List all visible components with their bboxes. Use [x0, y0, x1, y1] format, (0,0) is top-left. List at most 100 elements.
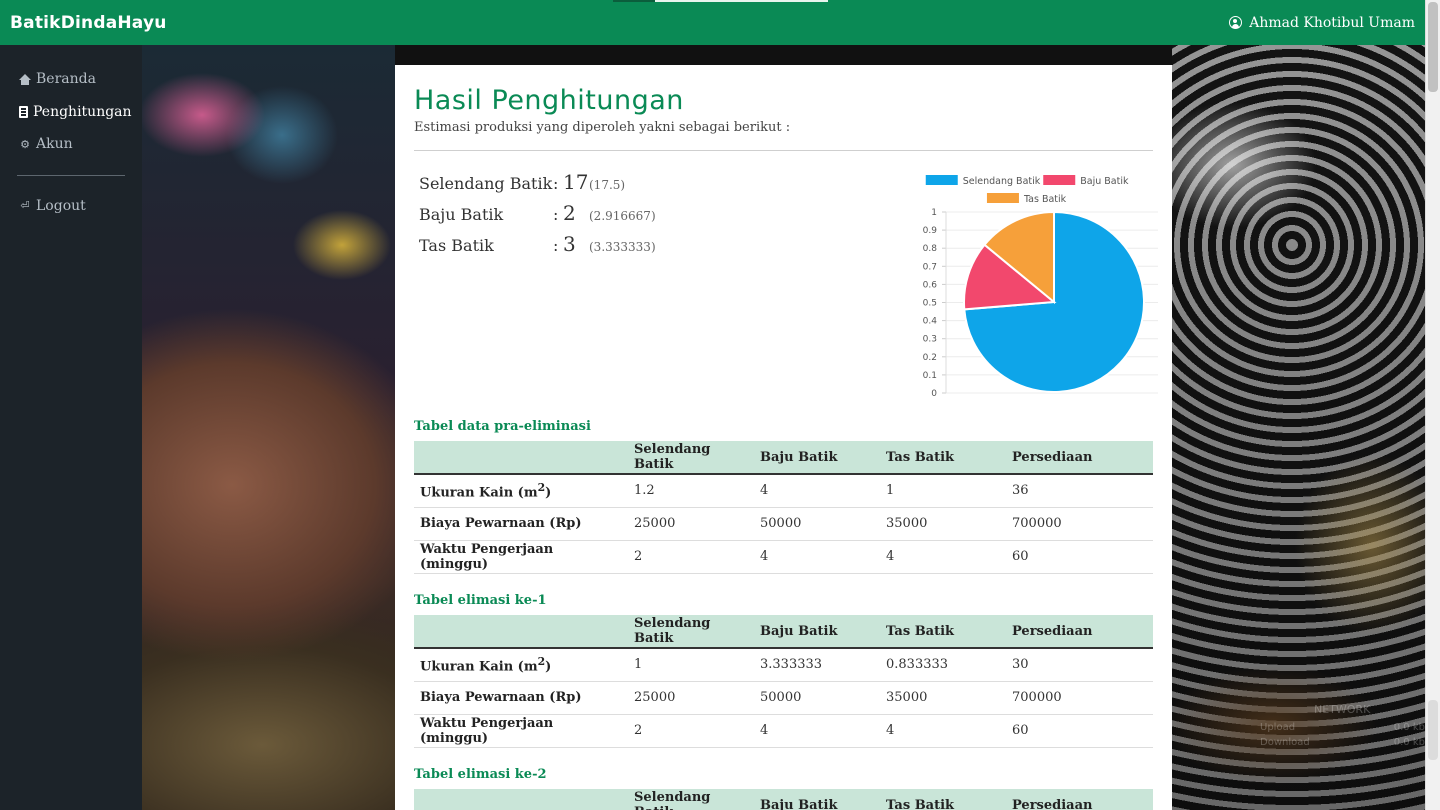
result-value: 17	[563, 170, 589, 194]
estimation-results: Selendang Batik : 17 (17.5) Baju Batik :…	[419, 170, 656, 263]
row-header: Ukuran Kain (m2)	[414, 474, 628, 508]
table-pra-eliminasi: Tabel data pra-eliminasi Selendang Batik…	[414, 419, 1153, 574]
network-title: NETWORK	[1314, 703, 1371, 716]
network-upload-label: Upload	[1260, 722, 1296, 733]
table-cell: 1	[880, 474, 1006, 508]
table-cell: 1.2	[628, 474, 754, 508]
table-cell: 60	[1006, 714, 1153, 748]
table-cell: 60	[1006, 540, 1153, 574]
table-cell: 50000	[754, 507, 880, 541]
result-raw-value: (17.5)	[589, 178, 626, 192]
tick-label: 0.4	[923, 317, 938, 327]
table-title: Tabel elimasi ke-1	[414, 593, 547, 608]
results-card: Hasil Penghitungan Estimasi produksi yan…	[395, 65, 1172, 810]
legend-swatch[interactable]	[986, 193, 1019, 203]
legend-swatch[interactable]	[925, 175, 958, 185]
table-header-cell: Persediaan	[1006, 789, 1153, 810]
background-batik-photo-left	[142, 45, 395, 810]
tick-label: 0.9	[923, 226, 938, 236]
sidebar-item-penghitungan[interactable]: Penghitungan	[0, 96, 142, 129]
tick-label: 0.3	[923, 335, 937, 345]
data-table: Selendang Batik Baju Batik Tas Batik Per…	[414, 441, 1153, 574]
production-pie-chart[interactable]: Selendang Batik Baju Batik Tas Batik 0 0.1 0.…	[900, 165, 1162, 410]
table-header-cell: Selendang Batik	[628, 441, 754, 475]
scrollbar-thumb[interactable]	[1428, 2, 1438, 92]
page-title: Hasil Penghitungan	[414, 85, 684, 116]
result-label: Selendang Batik	[419, 174, 553, 193]
tick-label: 0.2	[923, 353, 937, 363]
table-header-cell: Selendang Batik	[628, 789, 754, 810]
table-header-cell: Persediaan	[1006, 441, 1153, 475]
tick-label: 0.7	[923, 262, 937, 272]
sidebar-item-label: Penghitungan	[33, 103, 132, 120]
divider	[414, 150, 1153, 151]
row-header: Biaya Pewarnaan (Rp)	[414, 681, 628, 715]
table-header-row: Selendang Batik Baju Batik Tas Batik Per…	[414, 789, 1153, 810]
table-cell: 4	[880, 714, 1006, 748]
table-header-cell	[414, 789, 628, 810]
sidebar-item-label: Beranda	[36, 71, 96, 88]
table-cell: 30	[1006, 648, 1153, 682]
table-cell: 4	[754, 474, 880, 508]
table-cell: 700000	[1006, 681, 1153, 715]
brand-logo[interactable]: BatikDindaHayu	[10, 13, 167, 33]
table-row: Biaya Pewarnaan (Rp) 25000 50000 35000 7…	[414, 681, 1153, 715]
row-header: Biaya Pewarnaan (Rp)	[414, 507, 628, 541]
sidebar: Beranda Penghitungan ⚙ Akun ⏎ Logout	[0, 45, 142, 810]
logout-icon: ⏎	[20, 199, 30, 213]
home-icon	[19, 73, 31, 85]
table-cell: 4	[754, 714, 880, 748]
table-cell: 2	[628, 714, 754, 748]
network-upload-value: 0.0 kb	[1393, 722, 1425, 733]
legend-label[interactable]: Selendang Batik	[963, 176, 1041, 187]
result-row: Baju Batik : 2 (2.916667)	[419, 201, 656, 232]
user-circle-icon	[1229, 16, 1243, 29]
table-row: Ukuran Kain (m2) 1 3.333333 0.833333 30	[414, 648, 1153, 682]
legend-label[interactable]: Baju Batik	[1080, 176, 1129, 187]
table-row: Biaya Pewarnaan (Rp) 25000 50000 35000 7…	[414, 507, 1153, 541]
sidebar-item-akun[interactable]: ⚙ Akun	[0, 128, 142, 161]
legend-swatch[interactable]	[1043, 175, 1076, 185]
table-header-cell: Baju Batik	[754, 615, 880, 649]
tick-label: 0	[931, 389, 937, 399]
table-header-cell: Tas Batik	[880, 615, 1006, 649]
scrollbar-thumb-secondary[interactable]	[1428, 700, 1438, 760]
user-menu[interactable]: Ahmad Khotibul Umam	[1229, 15, 1415, 31]
result-label: Tas Batik	[419, 236, 494, 255]
background-overlay	[1172, 45, 1425, 810]
table-eliminasi-1: Tabel elimasi ke-1 Selendang Batik Baju …	[414, 593, 1153, 748]
table-header-row: Selendang Batik Baju Batik Tas Batik Per…	[414, 441, 1153, 475]
table-title: Tabel data pra-eliminasi	[414, 419, 591, 434]
table-cell: 4	[880, 540, 1006, 574]
sidebar-divider	[17, 174, 125, 176]
tick-label: 1	[931, 208, 937, 218]
result-row: Tas Batik : 3 (3.333333)	[419, 232, 656, 263]
legend-label[interactable]: Tas Batik	[1023, 194, 1067, 205]
network-download-label: Download	[1260, 737, 1310, 748]
sidebar-item-label: Akun	[36, 136, 73, 153]
page-scrollbar[interactable]	[1425, 0, 1440, 810]
result-label: Baju Batik	[419, 205, 504, 224]
tick-label: 0.6	[923, 280, 938, 290]
table-header-cell: Baju Batik	[754, 789, 880, 810]
user-name: Ahmad Khotibul Umam	[1249, 14, 1415, 31]
loading-bar-track	[613, 0, 655, 2]
sidebar-item-beranda[interactable]: Beranda	[0, 63, 142, 96]
table-header-cell	[414, 615, 628, 649]
sidebar-item-logout[interactable]: ⏎ Logout	[0, 190, 142, 223]
result-row: Selendang Batik : 17 (17.5)	[419, 170, 656, 201]
result-raw-value: (2.916667)	[589, 209, 656, 223]
network-download-value: 0.0 kb	[1393, 737, 1425, 748]
table-row: Waktu Pengerjaan (minggu) 2 4 4 60	[414, 714, 1153, 748]
table-header-cell: Tas Batik	[880, 789, 1006, 810]
data-table: Selendang Batik Baju Batik Tas Batik Per…	[414, 615, 1153, 748]
calculator-icon	[19, 105, 28, 118]
loading-bar	[655, 0, 828, 2]
table-row: Waktu Pengerjaan (minggu) 2 4 4 60	[414, 540, 1153, 574]
page-subtitle: Estimasi produksi yang diperoleh yakni s…	[414, 120, 791, 135]
table-cell: 3.333333	[754, 648, 880, 682]
table-header-cell: Baju Batik	[754, 441, 880, 475]
row-header: Waktu Pengerjaan (minggu)	[414, 540, 628, 574]
result-colon: :	[553, 236, 559, 255]
data-table: Selendang Batik Baju Batik Tas Batik Per…	[414, 789, 1153, 810]
